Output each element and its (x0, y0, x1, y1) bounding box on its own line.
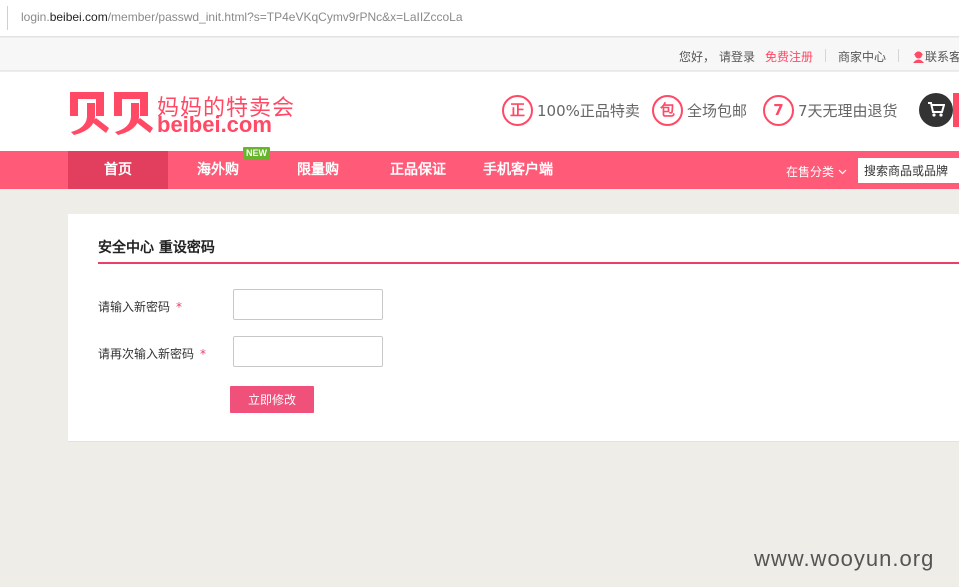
confirm-password-field[interactable] (233, 336, 383, 367)
browser-address-bar[interactable]: login.beibei.com/member/passwd_init.html… (0, 0, 959, 37)
contact-link[interactable]: 联系客 (912, 48, 959, 65)
title-underline (98, 262, 959, 264)
required-mark: * (176, 300, 183, 314)
shopping-cart-icon (928, 102, 946, 117)
merchant-center-link[interactable]: 商家中心 (838, 48, 886, 65)
authentic-badge-icon: 正 (502, 95, 533, 126)
nav-item-home[interactable]: 首页 (68, 151, 168, 189)
url-path: /member/passwd_init.html?s=TP4eVKqCymv9r… (107, 10, 463, 24)
customer-service-icon (913, 51, 924, 63)
confirm-password-label-text: 请再次输入新密码 (98, 347, 195, 361)
search-input[interactable] (858, 158, 959, 183)
url-host-prefix: login. (21, 10, 50, 24)
greeting-text: 您好， (679, 50, 716, 64)
promise-shipping-text: 全场包邮 (687, 102, 748, 120)
category-selector[interactable]: 在售分类 (786, 163, 847, 180)
promise-authentic-text: 100%正品特卖 (537, 102, 640, 120)
category-selector-label: 在售分类 (786, 165, 835, 179)
returns-badge-icon: 7 (763, 95, 794, 126)
watermark: www.wooyun.org (754, 546, 935, 571)
address-bar-url[interactable]: login.beibei.com/member/passwd_init.html… (21, 10, 463, 24)
nav-item-limited[interactable]: 限量购 (268, 151, 368, 189)
nav-item-mobile-app[interactable]: 手机客户端 (468, 151, 568, 189)
shipping-badge-icon: 包 (652, 95, 683, 126)
submit-button[interactable]: 立即修改 (230, 386, 314, 413)
new-password-field[interactable] (233, 289, 383, 320)
required-mark: * (200, 347, 207, 361)
confirm-password-label: 请再次输入新密码 * (98, 345, 206, 362)
nav-item-authentic[interactable]: 正品保证 (368, 151, 468, 189)
page-title: 安全中心 重设密码 (98, 240, 215, 256)
cart-button[interactable] (919, 93, 953, 127)
promise-returns: 7 7天无理由退货 (763, 95, 898, 127)
beibei-logo-icon[interactable] (66, 86, 154, 136)
password-reset-panel: 安全中心 重设密码 请输入新密码 * 请再次输入新密码 * 立即修改 (68, 214, 959, 442)
top-utility-bar: 您好， 请登录 免费注册 商家中心 联系客 (0, 38, 959, 71)
promise-authentic: 正 100%正品特卖 (502, 95, 640, 127)
new-password-label: 请输入新密码 * (98, 298, 182, 315)
new-password-label-text: 请输入新密码 (98, 300, 171, 314)
site-header: 妈妈的特卖会 beibei.com 正 100%正品特卖 包全场包邮 7 7天无理由… (0, 72, 959, 151)
chevron-down-icon (838, 169, 847, 175)
logo-domain: beibei.com (157, 112, 272, 137)
divider (898, 49, 899, 62)
divider (825, 49, 826, 62)
register-link[interactable]: 免费注册 (765, 48, 813, 65)
promise-returns-text: 7天无理由退货 (798, 102, 898, 120)
cart-tab[interactable] (953, 93, 959, 127)
main-nav: 首页 海外购 NEW 限量购 正品保证 手机客户端 在售分类 (0, 147, 959, 189)
address-bar-divider (7, 6, 8, 30)
url-host: beibei.com (49, 10, 108, 24)
login-link[interactable]: 请登录 (719, 48, 755, 65)
new-badge: NEW (243, 147, 270, 160)
promise-free-shipping: 包全场包邮 (652, 95, 747, 127)
contact-label: 联系客 (925, 50, 959, 64)
